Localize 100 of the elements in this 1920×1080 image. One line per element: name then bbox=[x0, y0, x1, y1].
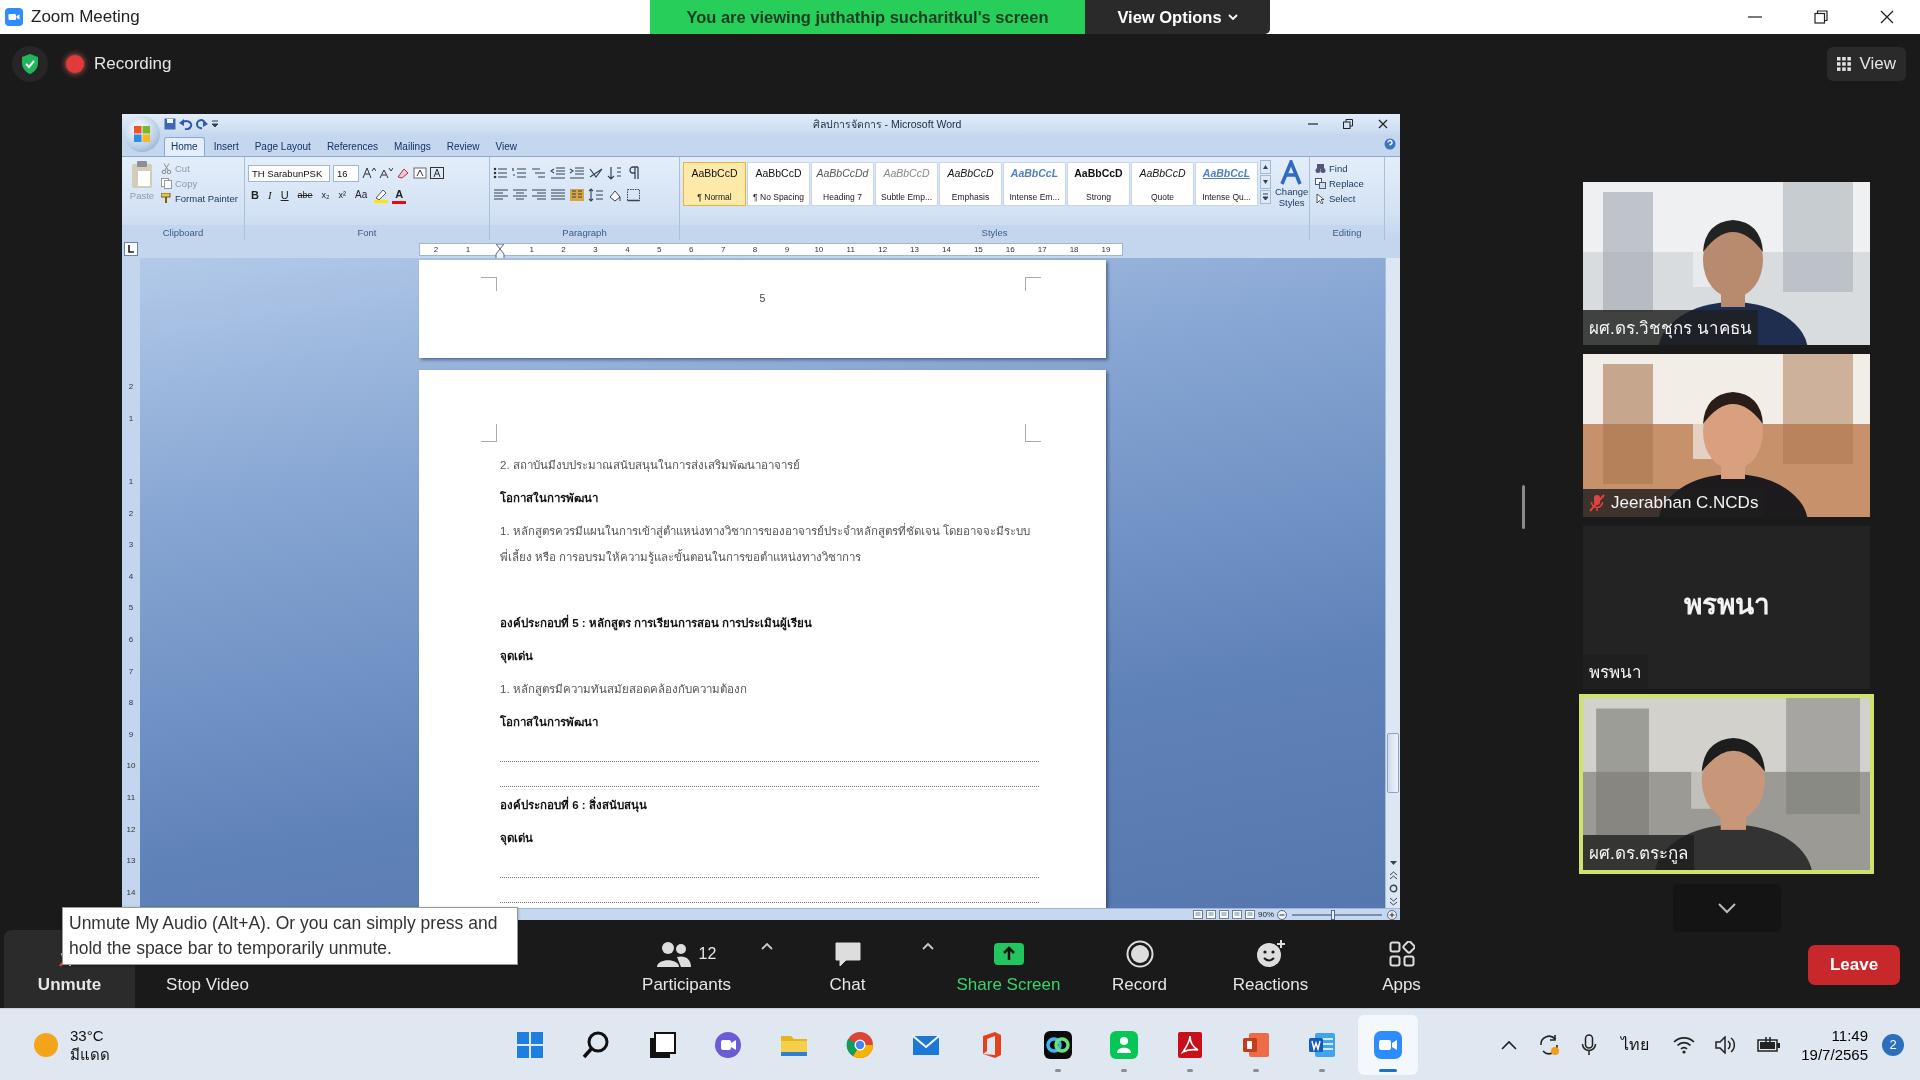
scroll-down-icon[interactable] bbox=[1260, 175, 1271, 189]
style-option[interactable]: AaBbCcD Quote bbox=[1131, 162, 1194, 206]
previous-page-icon[interactable] bbox=[1388, 871, 1398, 880]
leave-button[interactable]: Leave bbox=[1808, 945, 1900, 985]
sort-icon[interactable] bbox=[607, 166, 623, 180]
ribbon-tab[interactable]: Page Layout bbox=[247, 137, 318, 156]
share-screen-button[interactable]: Share Screen bbox=[943, 930, 1074, 1008]
view-button[interactable]: View bbox=[1827, 47, 1906, 81]
print-layout-icon[interactable] bbox=[1193, 910, 1203, 919]
resize-handle[interactable] bbox=[1522, 485, 1525, 529]
chat-button[interactable]: Chat bbox=[782, 930, 913, 1008]
ruler-number: 2 bbox=[128, 507, 134, 520]
select-button[interactable]: Select bbox=[1313, 192, 1366, 205]
zoom-slider-thumb[interactable] bbox=[1330, 909, 1335, 920]
microphone-icon[interactable] bbox=[1581, 1032, 1598, 1057]
font-color-button[interactable]: A bbox=[392, 186, 407, 204]
italic-button[interactable]: I bbox=[264, 186, 275, 204]
outline-view-icon[interactable] bbox=[1232, 910, 1242, 919]
clear-format-icon[interactable] bbox=[396, 167, 410, 179]
font-name-field[interactable]: TH SarabunPSK bbox=[248, 164, 330, 182]
increase-indent-icon[interactable] bbox=[569, 166, 585, 180]
participant-tile[interactable]: พรพนา พรพนา bbox=[1583, 526, 1870, 689]
zoom-out-icon[interactable] bbox=[1277, 909, 1287, 920]
clock[interactable]: 11:49 19/7/2565 bbox=[1795, 1025, 1874, 1064]
tab-stop-icon[interactable] bbox=[124, 242, 138, 256]
customize-caret-icon[interactable] bbox=[211, 118, 219, 130]
notification-badge[interactable]: 2 bbox=[1882, 1033, 1904, 1056]
reading-view-icon[interactable] bbox=[1206, 910, 1216, 919]
web-layout-icon[interactable] bbox=[1219, 910, 1229, 919]
scrollbar[interactable] bbox=[1385, 258, 1400, 908]
shrink-font-icon[interactable] bbox=[379, 167, 393, 179]
draft-view-icon[interactable] bbox=[1245, 910, 1255, 919]
view-options-button[interactable]: View Options bbox=[1085, 0, 1270, 34]
font-size-field[interactable]: 16 bbox=[333, 164, 359, 182]
replace-button[interactable]: Replace bbox=[1313, 177, 1366, 190]
minimize-icon bbox=[1307, 123, 1318, 125]
participant-tile[interactable]: Jeerabhan C.NCDs bbox=[1583, 354, 1870, 517]
style-option[interactable]: AaBbCcD Emphasis bbox=[939, 162, 1002, 206]
input-language[interactable]: ไทย bbox=[1611, 1032, 1660, 1057]
strikethrough-button[interactable]: abe bbox=[294, 186, 316, 204]
group-label: Paragraph bbox=[490, 225, 679, 240]
next-page-icon[interactable] bbox=[1388, 897, 1398, 906]
ribbon-tab[interactable]: Mailings bbox=[387, 137, 438, 156]
clipboard-icon bbox=[129, 160, 155, 190]
bullets-icon[interactable] bbox=[493, 166, 509, 180]
format-painter-button[interactable]: Format Painter bbox=[159, 192, 240, 205]
style-option[interactable]: AaBbCcD Strong bbox=[1067, 162, 1130, 206]
zoom-in-icon[interactable] bbox=[1387, 909, 1397, 920]
shading-icon[interactable] bbox=[607, 188, 623, 202]
highlighter-icon[interactable] bbox=[373, 187, 390, 203]
window-title: Zoom Meeting bbox=[31, 7, 140, 27]
reactions-button[interactable]: Reactions bbox=[1205, 930, 1336, 1008]
style-option[interactable]: AaBbCcD ¶ Normal bbox=[683, 162, 746, 206]
style-option[interactable]: AaBbCcL Intense Em... bbox=[1003, 162, 1066, 206]
borders-icon[interactable] bbox=[626, 188, 642, 202]
apps-button[interactable]: Apps bbox=[1336, 930, 1467, 1008]
subscript-button[interactable]: x₂ bbox=[318, 186, 333, 204]
multilevel-list-icon[interactable] bbox=[531, 166, 547, 180]
line-spacing-icon[interactable] bbox=[588, 188, 604, 202]
save-icon[interactable] bbox=[164, 118, 176, 130]
text-direction-icon[interactable] bbox=[588, 166, 604, 180]
phonetic-icon[interactable] bbox=[413, 167, 427, 179]
participant-tile[interactable]: ผศ.ดร.วิชชุกร นาคธน bbox=[1583, 182, 1870, 345]
decrease-indent-icon[interactable] bbox=[550, 166, 566, 180]
ruler-number: 14 bbox=[941, 243, 952, 255]
redo-icon[interactable] bbox=[196, 118, 208, 130]
grow-font-icon[interactable] bbox=[362, 167, 376, 179]
marks-icon[interactable] bbox=[626, 166, 642, 180]
ribbon-tab[interactable]: References bbox=[319, 137, 385, 156]
sync-icon[interactable] bbox=[1537, 1032, 1562, 1057]
style-option[interactable]: AaBbCcD Subtle Emp... bbox=[875, 162, 938, 206]
character-border-icon[interactable] bbox=[430, 167, 444, 179]
undo-icon[interactable] bbox=[179, 118, 193, 130]
style-option[interactable]: AaBbCcDd Heading 7 bbox=[811, 162, 874, 206]
scrollbar-thumb[interactable] bbox=[1387, 732, 1399, 793]
style-option[interactable]: AaBbCcD ¶ No Spacing bbox=[747, 162, 810, 206]
heading-text: โอกาสในการพัฒนา bbox=[500, 714, 599, 730]
change-case-button[interactable]: Aa bbox=[352, 186, 371, 204]
browse-object-icon[interactable] bbox=[1388, 884, 1398, 893]
change-styles-button[interactable]: Change Styles bbox=[1275, 160, 1309, 225]
record-button[interactable]: Record bbox=[1074, 930, 1205, 1008]
ribbon-tab[interactable]: Home bbox=[164, 137, 205, 156]
superscript-button[interactable]: x² bbox=[335, 186, 350, 204]
ribbon-tab[interactable]: View bbox=[488, 137, 524, 156]
help-icon[interactable] bbox=[1384, 138, 1396, 150]
battery-icon[interactable] bbox=[1757, 1035, 1782, 1054]
find-button[interactable]: Find bbox=[1313, 162, 1366, 175]
columns-icon[interactable] bbox=[569, 188, 585, 202]
wifi-icon[interactable] bbox=[1673, 1035, 1696, 1054]
ribbon-tab[interactable]: Review bbox=[439, 137, 487, 156]
underline-button[interactable]: U bbox=[277, 186, 292, 204]
bold-button[interactable]: B bbox=[248, 186, 262, 204]
scroll-up-icon[interactable] bbox=[1260, 160, 1271, 174]
style-option[interactable]: AaBbCcL Intense Qu... bbox=[1195, 162, 1258, 206]
ribbon-tab[interactable]: Insert bbox=[206, 137, 246, 156]
speaker-icon[interactable] bbox=[1715, 1035, 1738, 1054]
participants-button[interactable]: 12 Participants bbox=[621, 930, 752, 1008]
more-styles-icon[interactable] bbox=[1260, 190, 1271, 204]
scroll-down-icon[interactable] bbox=[1388, 859, 1398, 867]
ruler-number: 1 bbox=[464, 243, 472, 255]
